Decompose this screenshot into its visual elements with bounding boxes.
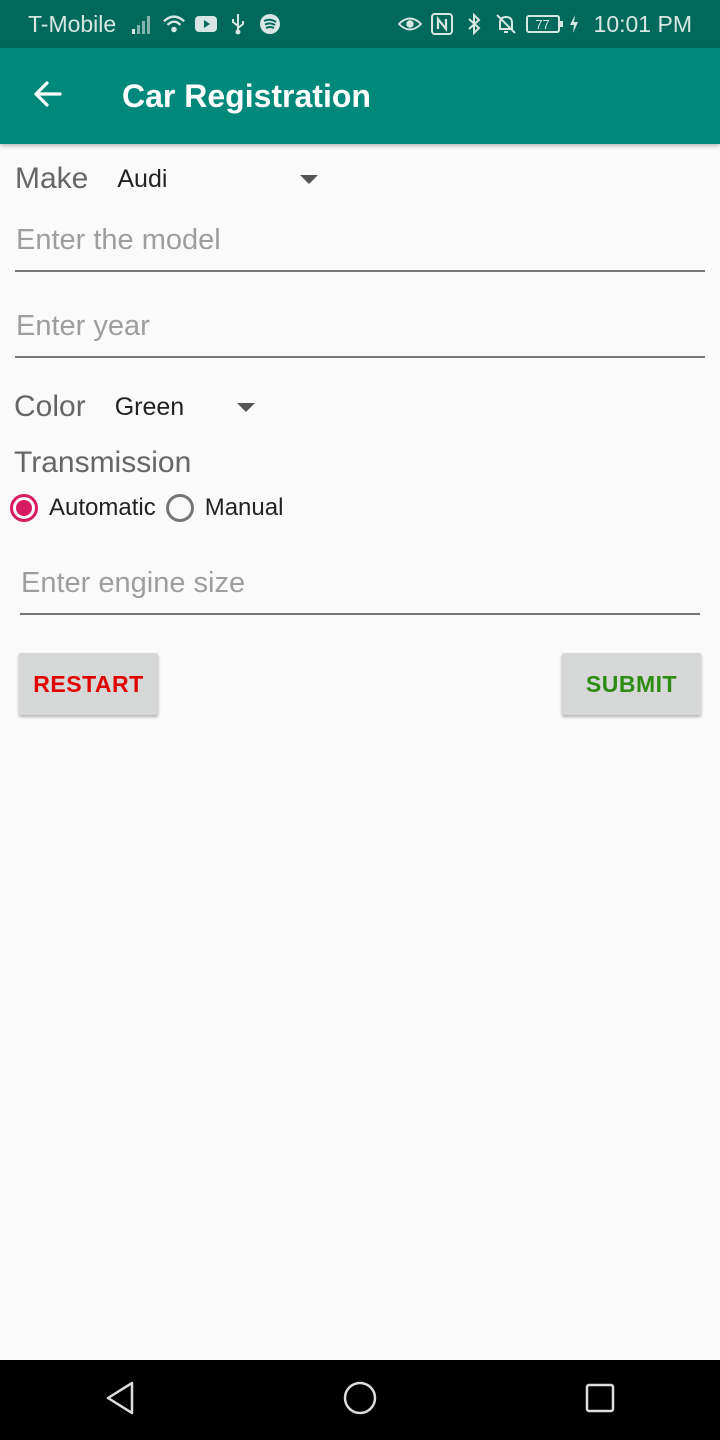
transmission-label: Transmission (14, 446, 192, 479)
app-bar: Car Registration (0, 48, 720, 144)
nfc-icon (430, 12, 454, 36)
status-bar: T-Mobile 77 10:01 PM (0, 0, 720, 48)
radio-manual-label: Manual (204, 494, 284, 521)
submit-button[interactable]: SUBMIT (562, 653, 701, 715)
bluetooth-icon (462, 12, 486, 36)
carrier-name: T-Mobile (28, 10, 117, 37)
make-value: Audi (117, 164, 168, 193)
engine-size-input[interactable] (20, 559, 700, 615)
dropdown-caret-icon (236, 402, 255, 412)
color-label: Color (14, 390, 86, 423)
radio-checked-icon (10, 494, 38, 522)
radio-manual[interactable]: Manual (165, 494, 284, 522)
color-spinner[interactable]: Green (115, 393, 255, 422)
nav-home-button[interactable] (320, 1360, 400, 1440)
status-icons-left (130, 12, 282, 36)
wifi-icon (162, 12, 186, 36)
nav-home-icon (342, 1380, 378, 1421)
back-arrow-icon (33, 79, 63, 114)
radio-automatic-label: Automatic (49, 494, 156, 521)
page-title: Car Registration (122, 77, 371, 114)
navigation-bar (0, 1360, 720, 1440)
model-input[interactable] (15, 216, 705, 272)
dropdown-caret-icon (300, 174, 319, 184)
youtube-icon (194, 12, 218, 36)
status-icons-right: 77 10:01 PM (397, 10, 692, 38)
clock: 10:01 PM (593, 10, 692, 37)
eye-icon (397, 12, 422, 36)
year-input[interactable] (15, 302, 705, 358)
notifications-off-icon (494, 12, 518, 36)
nav-back-button[interactable] (80, 1360, 160, 1440)
restart-button[interactable]: RESTART (19, 653, 158, 715)
color-value: Green (114, 392, 185, 421)
nav-back-icon (103, 1380, 137, 1421)
battery-icon: 77 (525, 15, 563, 33)
nav-recents-button[interactable] (560, 1360, 640, 1440)
color-row: Color Green (14, 390, 255, 424)
radio-unchecked-icon (165, 494, 194, 522)
make-spinner[interactable]: Audi (117, 164, 319, 194)
signal-icon (130, 12, 154, 36)
transmission-radio-group: Automatic Manual (10, 494, 293, 522)
radio-automatic[interactable]: Automatic (10, 494, 156, 522)
usb-icon (226, 12, 250, 36)
nav-recents-icon (584, 1382, 616, 1419)
spotify-icon (258, 12, 282, 36)
make-label: Make (15, 162, 89, 195)
back-button[interactable] (16, 64, 80, 128)
make-row: Make Audi (15, 162, 319, 196)
charging-icon (568, 12, 580, 36)
